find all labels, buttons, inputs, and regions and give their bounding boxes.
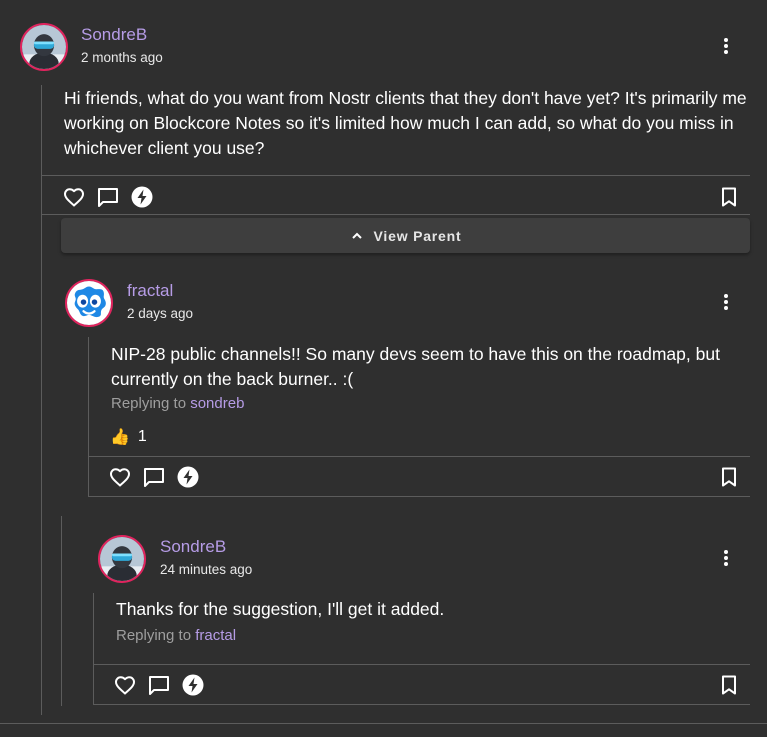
- divider: [93, 664, 750, 665]
- avatar[interactable]: [98, 535, 146, 583]
- divider: [93, 704, 750, 705]
- more-vert-icon[interactable]: [718, 34, 734, 58]
- replying-prefix: Replying to: [116, 627, 192, 644]
- avatar[interactable]: [65, 279, 113, 327]
- thread-line: [93, 593, 94, 705]
- replying-to: Replying to sondreb: [111, 395, 244, 412]
- avatar-image: [100, 537, 144, 581]
- replying-to: Replying to fractal: [116, 627, 236, 644]
- timestamp[interactable]: 24 minutes ago: [160, 562, 252, 577]
- divider: [0, 723, 767, 724]
- more-vert-icon[interactable]: [718, 290, 734, 314]
- thread-line: [88, 337, 89, 497]
- divider: [88, 456, 750, 457]
- comment-icon[interactable]: [96, 185, 120, 209]
- reaction-count: 1: [137, 428, 147, 445]
- timestamp[interactable]: 2 months ago: [81, 50, 163, 65]
- comment-icon[interactable]: [147, 673, 171, 697]
- more-vert-icon[interactable]: [718, 546, 734, 570]
- bookmark-icon[interactable]: [717, 185, 741, 209]
- avatar-image: [22, 25, 66, 69]
- replying-to-link[interactable]: fractal: [195, 627, 236, 644]
- author-name[interactable]: SondreB: [160, 537, 226, 557]
- zap-icon[interactable]: [176, 465, 200, 489]
- thread-line: [61, 516, 62, 706]
- post-text: NIP-28 public channels!! So many devs se…: [111, 344, 720, 389]
- zap-icon[interactable]: [181, 673, 205, 697]
- thumbs-up-icon: 👍: [110, 429, 130, 446]
- avatar[interactable]: [20, 23, 68, 71]
- divider: [41, 214, 750, 215]
- heart-icon[interactable]: [62, 185, 86, 209]
- comment-icon[interactable]: [142, 465, 166, 489]
- author-name[interactable]: SondreB: [81, 25, 147, 45]
- zap-icon[interactable]: [130, 185, 154, 209]
- timestamp[interactable]: 2 days ago: [127, 306, 193, 321]
- view-parent-button[interactable]: View Parent: [61, 218, 750, 253]
- chevron-up-icon: [351, 232, 362, 239]
- heart-icon[interactable]: [108, 465, 132, 489]
- view-parent-label: View Parent: [373, 227, 462, 244]
- heart-icon[interactable]: [113, 673, 137, 697]
- bookmark-icon[interactable]: [717, 673, 741, 697]
- avatar-image: [67, 281, 111, 325]
- post-text: Thanks for the suggestion, I'll get it a…: [116, 599, 445, 619]
- thread-line: [41, 85, 42, 715]
- author-name[interactable]: fractal: [127, 281, 173, 301]
- divider: [88, 496, 750, 497]
- post-text: Hi friends, what do you want from Nostr …: [64, 88, 747, 158]
- divider: [41, 175, 750, 176]
- replying-prefix: Replying to: [111, 395, 187, 412]
- bookmark-icon[interactable]: [717, 465, 741, 489]
- reaction-badge[interactable]: 👍 1: [110, 427, 147, 447]
- replying-to-link[interactable]: sondreb: [190, 395, 244, 412]
